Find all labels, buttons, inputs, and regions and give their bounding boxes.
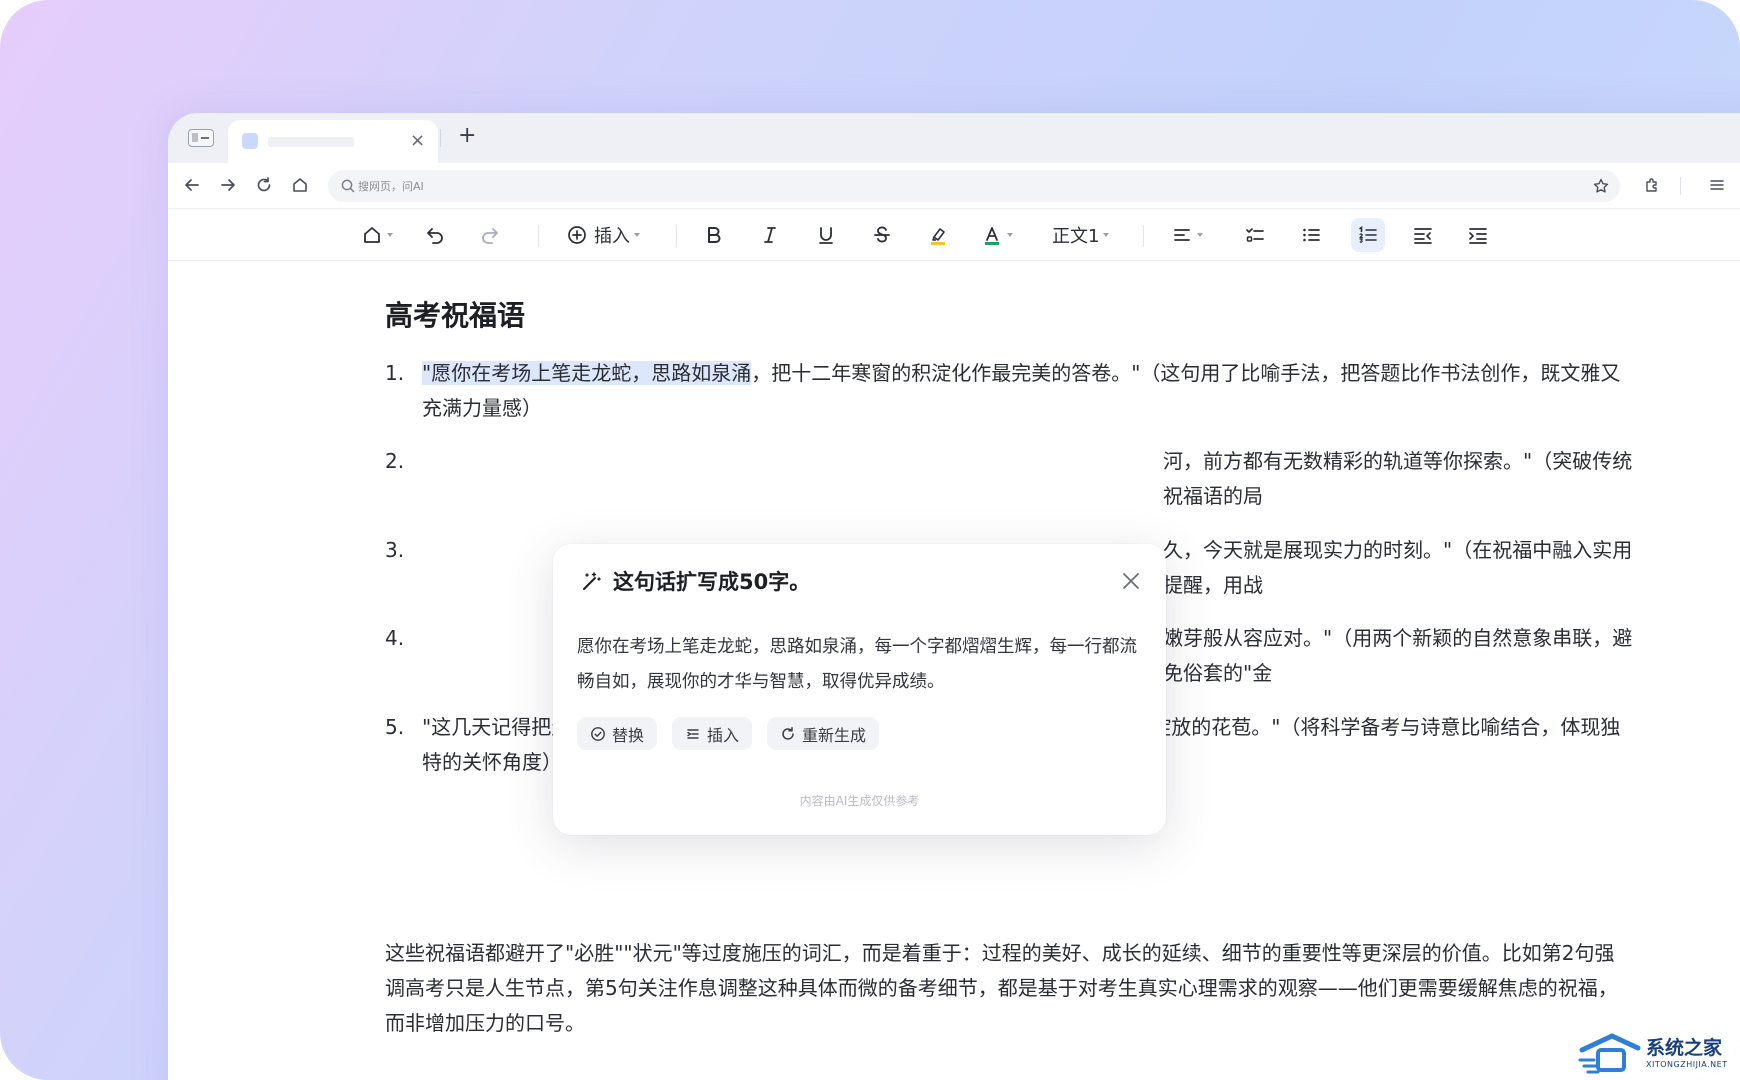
browser-window: × + 搜网页，问AI 插入 正文1 高考祝福语 1. "愿你在考场上笔走龙蛇，… <box>168 113 1740 1080</box>
address-bar[interactable] <box>328 170 1620 202</box>
ai-disclaimer: 内容由AI生成仅供参考 <box>799 794 920 808</box>
watermark-name: 系统之家 <box>1646 1037 1723 1059</box>
checklist-button[interactable] <box>1244 222 1266 248</box>
plus-circle-icon <box>568 226 586 244</box>
search-icon <box>341 179 355 193</box>
back-icon[interactable] <box>178 171 206 199</box>
text-style-dropdown[interactable]: 正文1 <box>1052 222 1110 248</box>
watermark-url: XITONGZHIJIA.NET <box>1646 1060 1728 1069</box>
redo-button[interactable] <box>479 222 501 248</box>
home-icon[interactable] <box>286 171 314 199</box>
toolbar-separator <box>538 225 539 247</box>
document-title: 高考祝福语 <box>385 299 526 332</box>
insert-lines-icon <box>687 728 699 739</box>
site-watermark: 系统之家 XITONGZHIJIA.NET <box>1578 1030 1738 1078</box>
bullet-list-icon <box>1303 228 1320 242</box>
undo-button[interactable] <box>424 222 446 248</box>
checklist-icon <box>1246 228 1264 242</box>
insert-label: 插入 <box>594 226 630 247</box>
list-number: 2. <box>385 449 405 473</box>
strikethrough-button[interactable] <box>871 222 893 248</box>
magic-wand-icon <box>583 572 601 590</box>
toolbar-separator <box>1143 225 1144 247</box>
toolbar-separator <box>676 225 677 247</box>
doc-home-icon <box>364 227 380 243</box>
strikethrough-icon <box>874 226 890 243</box>
indent-increase-button[interactable] <box>1467 222 1489 248</box>
underline-icon <box>819 227 833 244</box>
tab-title <box>268 137 354 147</box>
regenerate-button[interactable]: 重新生成 <box>767 717 880 750</box>
close-icon[interactable] <box>1119 569 1143 593</box>
home-menu-button[interactable] <box>361 222 393 248</box>
replace-button[interactable]: 替换 <box>577 717 658 750</box>
summary-paragraph: 这些祝福语都避开了"必胜""状元"等过度施压的词汇，而是着重于：过程的美好、成长… <box>385 941 1618 1035</box>
nav-bar <box>168 163 1740 209</box>
nav-divider <box>1680 177 1681 195</box>
desktop-backdrop: × + 搜网页，问AI 插入 正文1 高考祝福语 1. "愿你在考场上笔走龙蛇，… <box>0 0 1740 1080</box>
tab-divider <box>440 129 441 147</box>
list-number: 3. <box>385 538 405 562</box>
reload-icon[interactable] <box>250 171 278 199</box>
insert-label: 插入 <box>707 725 740 745</box>
highlight-button[interactable] <box>927 222 949 248</box>
refresh-icon <box>782 726 794 740</box>
popup-generated-text: 愿你在考场上笔走龙蛇，思路如泉涌，每一个字都熠熠生辉，每一行都流畅自如，展现你的… <box>577 637 1137 692</box>
tab-strip: × + <box>168 113 1740 163</box>
selected-text: "愿你在考场上笔走龙蛇，思路如泉涌 <box>422 361 752 385</box>
extensions-icon[interactable] <box>1638 171 1666 199</box>
list-text: 久，今天就是展现实力的时刻。"（在祝福中融入实用提醒，用战 <box>1163 538 1633 597</box>
address-input[interactable] <box>358 170 1558 202</box>
text-style-label: 正文1 <box>1052 226 1100 247</box>
align-button[interactable] <box>1171 222 1203 248</box>
bold-button[interactable] <box>703 222 725 248</box>
bullet-list-button[interactable] <box>1300 222 1322 248</box>
italic-button[interactable] <box>759 222 781 248</box>
italic-icon <box>764 227 776 243</box>
list-text: 嫩芽般从容应对。"（用两个新颖的自然意象串联，避免俗套的"金 <box>1163 626 1633 685</box>
font-color-button[interactable] <box>981 222 1013 248</box>
bold-icon <box>708 227 721 243</box>
list-number: 1. <box>385 361 405 385</box>
check-circle-icon <box>591 726 605 741</box>
sidebar-toggle-icon[interactable] <box>188 129 214 147</box>
outdent-icon <box>1414 228 1432 244</box>
numbered-list-button[interactable] <box>1357 222 1379 248</box>
forward-icon[interactable] <box>214 171 242 199</box>
redo-icon <box>482 228 498 244</box>
insert-button[interactable]: 插入 <box>672 717 753 750</box>
font-color-icon <box>985 227 999 245</box>
replace-label: 替换 <box>612 725 645 745</box>
list-text: 河，前方都有无数精彩的轨道等你探索。"（突破传统祝福语的局 <box>1163 449 1633 508</box>
numbered-list-icon <box>1359 226 1377 243</box>
list-text: "愿你在考场上笔走龙蛇，思路如泉涌，把十二年寒窗的积淀化作最完美的答卷。"（这句… <box>422 356 1622 426</box>
tab-close-icon[interactable]: × <box>410 130 425 152</box>
editor-toolbar: 插入 正文1 <box>168 209 1740 261</box>
popup-title: 这句话扩写成50字。 <box>613 570 811 594</box>
indent-icon <box>1469 228 1487 244</box>
ai-expand-popup: 这句话扩写成50字。 愿你在考场上笔走龙蛇，思路如泉涌，每一个字都熠熠生辉，每一… <box>553 544 1166 835</box>
menu-icon[interactable] <box>1703 171 1731 199</box>
regenerate-label: 重新生成 <box>802 725 867 745</box>
underline-button[interactable] <box>815 222 837 248</box>
highlighter-icon <box>931 228 945 245</box>
tab-favicon-icon <box>242 133 258 149</box>
indent-decrease-button[interactable] <box>1412 222 1434 248</box>
undo-icon <box>427 228 443 244</box>
list-number: 5. <box>385 715 405 739</box>
new-tab-button[interactable]: + <box>458 122 476 150</box>
insert-menu-button[interactable]: 插入 <box>566 222 640 248</box>
list-number: 4. <box>385 626 405 650</box>
watermark-logo-icon <box>1578 1033 1641 1074</box>
bookmark-star-icon[interactable] <box>1592 177 1610 195</box>
browser-tab[interactable]: × <box>228 120 438 163</box>
align-left-icon <box>1174 229 1190 241</box>
